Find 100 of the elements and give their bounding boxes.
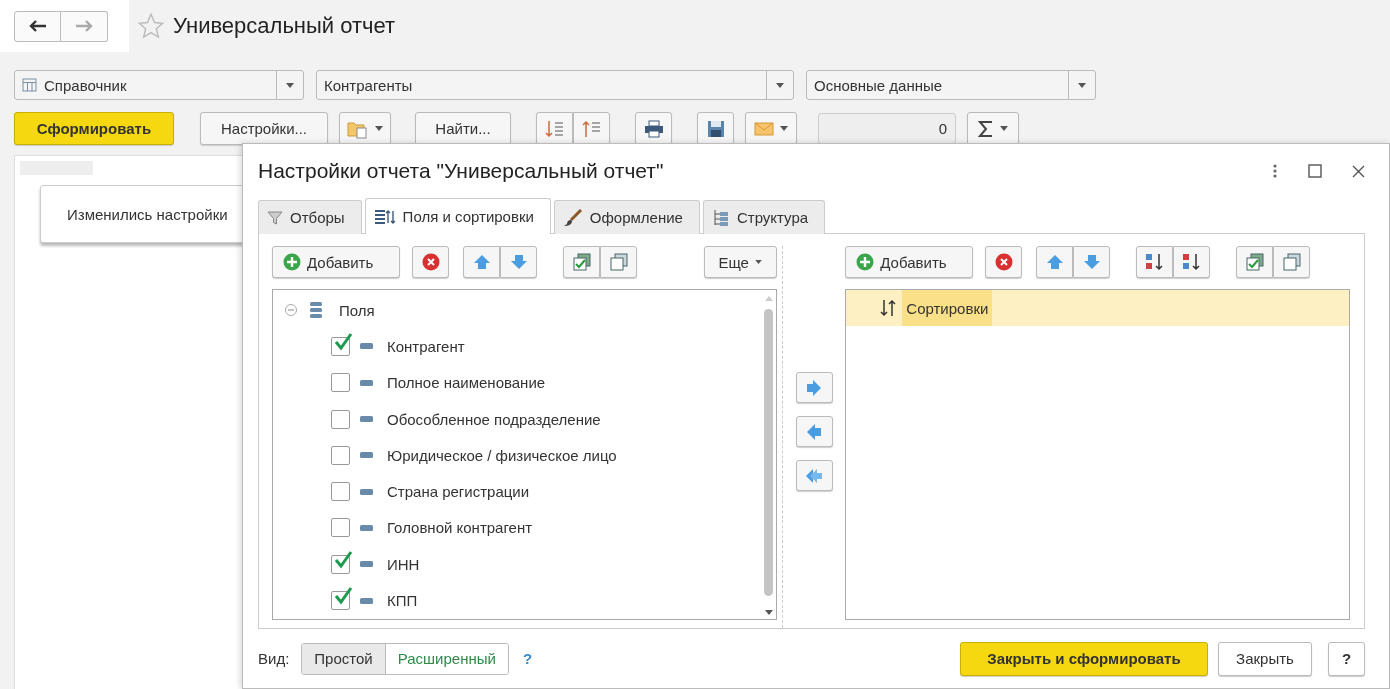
pages-icon: [608, 253, 629, 271]
sort-descending-button[interactable]: [536, 112, 573, 145]
check-all-button[interactable]: [1236, 246, 1274, 278]
delete-button[interactable]: [412, 246, 449, 278]
tree-item[interactable]: Полное наименование: [387, 374, 546, 392]
sort-arrows-icon: [880, 299, 897, 317]
field-icon: [360, 488, 373, 495]
move-right-button[interactable]: [795, 372, 833, 403]
scroll-down-icon[interactable]: [764, 610, 773, 615]
variants-button[interactable]: [339, 112, 391, 145]
dropdown-field[interactable]: Справочник: [14, 70, 304, 100]
more-button[interactable]: Еще: [703, 246, 777, 278]
plus-icon: [856, 253, 875, 271]
arrow-left-icon: [806, 423, 822, 440]
structure-icon: [711, 208, 730, 227]
tree-item[interactable]: Обособленное подразделение: [387, 410, 601, 428]
view-toggle[interactable]: Простой: [302, 643, 385, 674]
double-arrow-left-icon: [805, 467, 823, 484]
tab[interactable]: Структура: [702, 200, 826, 234]
caret-icon: [286, 82, 294, 88]
view-toggle[interactable]: Расширенный: [384, 643, 508, 674]
add-button[interactable]: Добавить: [845, 246, 974, 278]
save-button[interactable]: [697, 112, 734, 145]
field-icon: [360, 343, 373, 350]
checkbox[interactable]: [331, 445, 350, 465]
move-up-button[interactable]: [1036, 246, 1074, 278]
tree-item[interactable]: Головной контрагент: [387, 519, 533, 537]
sum-button[interactable]: [967, 112, 1019, 145]
tab[interactable]: Оформление: [553, 200, 700, 234]
tree-item[interactable]: ИНН: [387, 555, 420, 573]
page-title: Универсальный отчет: [173, 13, 396, 39]
tab[interactable]: Поля и сортировки: [364, 198, 551, 234]
tree-item[interactable]: Юридическое / физическое лицо: [387, 446, 617, 464]
dropdown-field[interactable]: Основные данные: [806, 70, 1096, 100]
arrow-right-icon: [75, 19, 93, 33]
tree-item[interactable]: Поля: [339, 301, 375, 319]
arrow-down-icon: [1082, 254, 1101, 270]
check-all-button[interactable]: [563, 246, 600, 278]
checkbox[interactable]: [331, 373, 350, 393]
dropdown-field[interactable]: Контрагенты: [316, 70, 794, 100]
arrow-left-icon: [28, 19, 47, 33]
find-button[interactable]: Найти...: [415, 112, 511, 145]
field-icon: [360, 524, 373, 531]
maximize-icon[interactable]: [1308, 164, 1322, 178]
print-button[interactable]: [635, 112, 672, 145]
sort-order-icon: [1143, 252, 1166, 272]
view-label: Вид:: [258, 650, 290, 667]
scroll-up-icon[interactable]: [764, 296, 773, 301]
list-row[interactable]: Сортировки: [846, 290, 1349, 326]
arrow-down-icon: [509, 254, 528, 270]
caret-icon: [1000, 126, 1008, 131]
dialog-button[interactable]: Закрыть: [1218, 641, 1312, 676]
fields-sort-icon: [373, 207, 396, 226]
collapse-icon[interactable]: [285, 304, 297, 317]
move-up-button[interactable]: [463, 246, 500, 278]
sort-ascending-button[interactable]: [573, 112, 610, 145]
dialog-button[interactable]: ?: [1328, 641, 1365, 676]
scroll-thumb[interactable]: [764, 309, 774, 596]
tree-item[interactable]: Контрагент: [387, 337, 465, 355]
move-down-button[interactable]: [500, 246, 537, 278]
sort-ascending-button[interactable]: [1136, 246, 1174, 278]
uncheck-all-button[interactable]: [1273, 246, 1311, 278]
close-icon[interactable]: [1352, 164, 1365, 178]
arrow-up-icon: [1045, 254, 1064, 270]
checkbox[interactable]: [331, 336, 350, 356]
move-all-left-button[interactable]: [795, 460, 833, 491]
star-icon[interactable]: [137, 12, 165, 40]
settings-button[interactable]: Настройки...: [200, 112, 328, 145]
field-icon: [360, 379, 373, 386]
envelope-icon: [754, 121, 774, 136]
move-left-button[interactable]: [795, 416, 833, 447]
tab[interactable]: Отборы: [258, 200, 362, 234]
dialog-button[interactable]: Закрыть и сформировать: [960, 641, 1208, 676]
tree-item[interactable]: КПП: [387, 592, 418, 609]
checkbox[interactable]: [331, 518, 350, 538]
checkbox[interactable]: [331, 482, 350, 502]
checkbox[interactable]: [331, 554, 350, 574]
list-item-text: Сортировки: [902, 290, 993, 326]
dialog-title: Настройки отчета "Универсальный отчет": [258, 159, 665, 183]
sort-descending-button[interactable]: [1173, 246, 1211, 278]
checkbox[interactable]: [331, 409, 350, 429]
delete-button[interactable]: [985, 246, 1023, 278]
checked-pages-icon: [1244, 253, 1265, 271]
delete-icon: [421, 253, 440, 271]
move-down-button[interactable]: [1073, 246, 1111, 278]
sigma-icon: [978, 119, 994, 138]
tree-item[interactable]: Страна регистрации: [387, 483, 530, 501]
caret-icon: [1078, 82, 1086, 88]
caret-icon: [776, 82, 784, 88]
email-button[interactable]: [745, 112, 797, 145]
generate-button[interactable]: Сформировать: [14, 112, 174, 145]
checked-pages-icon: [571, 253, 592, 271]
printer-icon: [643, 119, 664, 138]
help-link[interactable]: ?: [518, 650, 537, 667]
sort-list-icon: [544, 118, 565, 139]
back-button[interactable]: [14, 10, 61, 42]
add-button[interactable]: Добавить: [272, 246, 400, 278]
uncheck-all-button[interactable]: [600, 246, 637, 278]
more-icon[interactable]: [1272, 163, 1278, 179]
caret-icon: [754, 260, 762, 264]
